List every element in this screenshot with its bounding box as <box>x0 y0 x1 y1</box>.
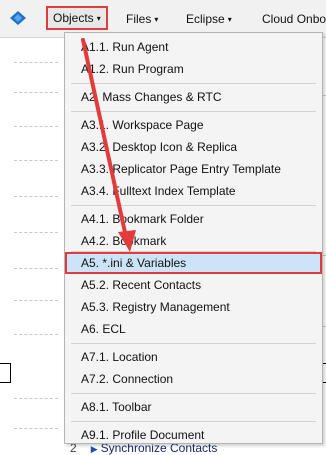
menu-item-connection[interactable]: A7.2. Connection <box>65 368 322 390</box>
chevron-down-icon: ▾ <box>227 15 232 24</box>
menu-separator <box>71 205 316 206</box>
menu-item-toolbar[interactable]: A8.1. Toolbar <box>65 396 322 418</box>
menu-item-registry-management[interactable]: A5.3. Registry Management <box>65 296 322 318</box>
menu-item-recent-contacts[interactable]: A5.2. Recent Contacts <box>65 274 322 296</box>
menu-separator <box>71 421 316 422</box>
background-divider <box>14 334 58 335</box>
menu-separator <box>71 393 316 394</box>
menu-item-run-agent[interactable]: A1.1. Run Agent <box>65 36 322 58</box>
menu-files[interactable]: Files ▾ <box>126 9 158 29</box>
menu-eclipse[interactable]: Eclipse ▾ <box>186 9 232 29</box>
menu-item-replicator-template[interactable]: A3.3. Replicator Page Entry Template <box>65 158 322 180</box>
background-divider <box>14 428 58 429</box>
background-divider <box>14 232 58 233</box>
menu-item-mass-changes[interactable]: A2. Mass Changes & RTC <box>65 86 322 108</box>
menu-item-bookmark-folder[interactable]: A4.1. Bookmark Folder <box>65 208 322 230</box>
menu-item-ini-variables[interactable]: A5. *.ini & Variables <box>65 252 322 274</box>
menu-objects-label: Objects <box>53 11 94 25</box>
menu-separator <box>71 343 316 344</box>
menu-cloud-onboarding[interactable]: Cloud Onbo <box>262 9 326 29</box>
menu-cloud-label: Cloud Onbo <box>262 12 326 26</box>
menu-item-profile-document[interactable]: A9.1. Profile Document <box>65 424 322 446</box>
menu-separator <box>71 83 316 84</box>
menu-item-desktop-icon[interactable]: A3.2. Desktop Icon & Replica <box>65 136 322 158</box>
menu-item-fulltext-template[interactable]: A3.4. Fulltext Index Template <box>65 180 322 202</box>
background-divider <box>14 268 58 269</box>
menu-eclipse-label: Eclipse <box>186 12 225 26</box>
background-divider <box>14 62 58 63</box>
menu-separator <box>71 111 316 112</box>
menu-item-bookmark[interactable]: A4.2. Bookmark <box>65 230 322 252</box>
background-divider <box>14 126 58 127</box>
app-logo-icon <box>10 11 26 25</box>
menu-item-ecl[interactable]: A6. ECL <box>65 318 322 340</box>
menu-objects[interactable]: Objects ▾ <box>46 6 108 30</box>
menu-item-workspace-page[interactable]: A3.1. Workspace Page <box>65 114 322 136</box>
background-divider <box>14 196 58 197</box>
menu-item-location[interactable]: A7.1. Location <box>65 346 322 368</box>
background-divider <box>14 398 58 399</box>
background-box-left <box>0 363 11 383</box>
chevron-down-icon: ▾ <box>96 14 101 23</box>
background-divider <box>14 300 58 301</box>
background-divider <box>14 92 58 93</box>
chevron-down-icon: ▾ <box>154 15 159 24</box>
menu-files-label: Files <box>126 12 152 26</box>
background-divider <box>14 160 58 161</box>
objects-dropdown-menu: A1.1. Run Agent A1.2. Run Program A2. Ma… <box>64 32 323 444</box>
menu-item-run-program[interactable]: A1.2. Run Program <box>65 58 322 80</box>
